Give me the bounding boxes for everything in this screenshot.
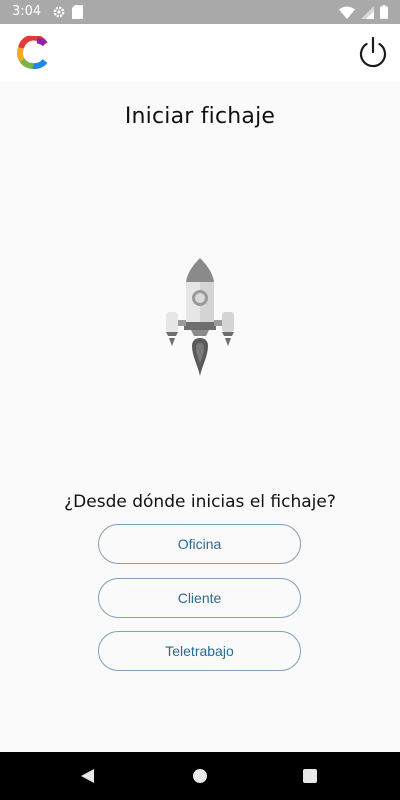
option-cliente-button[interactable]: Cliente	[98, 578, 301, 618]
app-logo-icon	[16, 36, 48, 70]
gear-icon	[53, 6, 65, 18]
status-bar: 3:04	[0, 0, 400, 24]
option-teletrabajo-button[interactable]: Teletrabajo	[98, 631, 301, 671]
rocket-icon	[166, 258, 234, 376]
wifi-icon	[339, 6, 355, 19]
back-icon[interactable]	[81, 769, 94, 783]
status-time: 3:04	[12, 4, 42, 19]
option-oficina-button[interactable]: Oficina	[98, 524, 301, 564]
sd-card-icon	[72, 5, 83, 19]
status-right-icons	[339, 5, 388, 19]
battery-icon	[380, 5, 388, 19]
status-left-icons	[52, 5, 83, 19]
page-title: Iniciar fichaje	[124, 104, 276, 129]
navigation-bar	[0, 752, 400, 800]
recent-apps-icon[interactable]	[303, 769, 317, 783]
app-bar	[0, 24, 400, 82]
power-icon[interactable]	[356, 35, 390, 71]
home-icon[interactable]	[193, 769, 207, 783]
signal-icon	[361, 5, 374, 19]
location-question: ¿Desde dónde inicias el fichaje?	[64, 492, 336, 512]
